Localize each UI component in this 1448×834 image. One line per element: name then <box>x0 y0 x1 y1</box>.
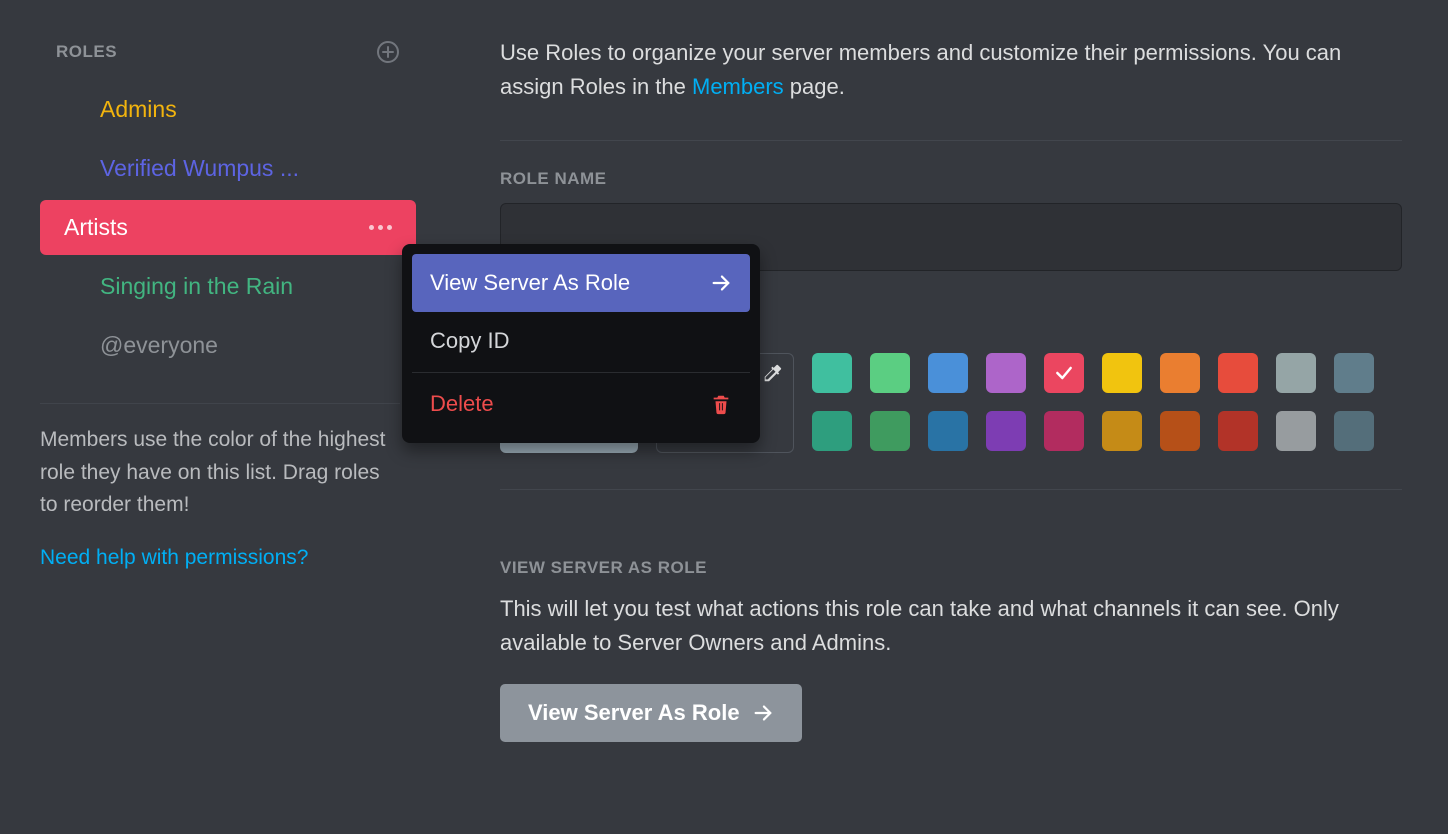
color-swatch[interactable] <box>1160 411 1200 451</box>
sidebar-divider <box>40 403 400 404</box>
check-icon <box>1054 363 1074 383</box>
color-swatch-grid <box>812 353 1374 451</box>
color-swatch[interactable] <box>1276 353 1316 393</box>
color-swatch[interactable] <box>928 353 968 393</box>
main-divider-2 <box>500 489 1402 490</box>
members-link[interactable]: Members <box>692 74 784 99</box>
role-item[interactable]: Verified Wumpus ... <box>40 141 416 196</box>
color-swatch[interactable] <box>812 411 852 451</box>
intro-prefix: Use Roles to organize your server member… <box>500 40 1341 99</box>
eyedropper-icon <box>761 362 783 389</box>
color-swatch[interactable] <box>1102 411 1142 451</box>
menu-view-as-role-label: View Server As Role <box>430 270 630 296</box>
role-item-label: Verified Wumpus ... <box>96 155 299 182</box>
role-item-label: @everyone <box>96 332 218 359</box>
role-item[interactable]: @everyone <box>40 318 416 373</box>
trash-icon <box>710 393 732 415</box>
menu-copy-id[interactable]: Copy ID <box>412 312 750 370</box>
arrow-right-icon <box>710 272 732 294</box>
color-swatch[interactable] <box>1334 411 1374 451</box>
role-item-label: Admins <box>96 96 177 123</box>
view-as-role-description: This will let you test what actions this… <box>500 592 1402 660</box>
permissions-help-link[interactable]: Need help with permissions? <box>0 522 440 570</box>
color-swatch[interactable] <box>1334 353 1374 393</box>
add-role-button[interactable] <box>376 40 400 64</box>
color-swatch[interactable] <box>1160 353 1200 393</box>
role-item[interactable]: Admins <box>40 82 416 137</box>
intro-suffix: page. <box>784 74 845 99</box>
intro-text: Use Roles to organize your server member… <box>500 36 1402 104</box>
menu-divider <box>412 372 750 373</box>
color-swatch[interactable] <box>986 411 1026 451</box>
menu-view-as-role[interactable]: View Server As Role <box>412 254 750 312</box>
sidebar-title: ROLES <box>56 42 117 62</box>
color-swatch[interactable] <box>812 353 852 393</box>
color-swatch[interactable] <box>1218 411 1258 451</box>
color-swatch[interactable] <box>1218 353 1258 393</box>
color-swatch[interactable] <box>1044 411 1084 451</box>
color-swatch[interactable] <box>1276 411 1316 451</box>
role-item-label: Singing in the Rain <box>96 273 293 300</box>
menu-delete-label: Delete <box>430 391 494 417</box>
color-swatch[interactable] <box>986 353 1026 393</box>
color-swatch[interactable] <box>1044 353 1084 393</box>
role-item-label: Artists <box>60 214 128 241</box>
view-button-label: View Server As Role <box>528 700 740 726</box>
plus-circle-icon <box>376 40 400 64</box>
view-as-role-label: VIEW SERVER AS ROLE <box>500 558 1402 578</box>
color-swatch[interactable] <box>870 411 910 451</box>
more-options-icon[interactable] <box>369 225 392 230</box>
role-item[interactable]: Artists <box>40 200 416 255</box>
color-swatch[interactable] <box>1102 353 1142 393</box>
main-divider <box>500 140 1402 141</box>
arrow-right-icon <box>752 702 774 724</box>
sidebar-note: Members use the color of the highest rol… <box>0 424 440 522</box>
role-item[interactable]: Singing in the Rain <box>40 259 416 314</box>
view-server-as-role-button[interactable]: View Server As Role <box>500 684 802 742</box>
menu-copy-id-label: Copy ID <box>430 328 509 354</box>
role-name-label: ROLE NAME <box>500 169 1402 189</box>
color-swatch[interactable] <box>928 411 968 451</box>
roles-sidebar: ROLES Admins Verified Wumpus ... Artists Si… <box>0 0 440 834</box>
color-swatch[interactable] <box>870 353 910 393</box>
role-context-menu: View Server As Role Copy ID Delete <box>402 244 760 443</box>
menu-delete[interactable]: Delete <box>412 375 750 433</box>
